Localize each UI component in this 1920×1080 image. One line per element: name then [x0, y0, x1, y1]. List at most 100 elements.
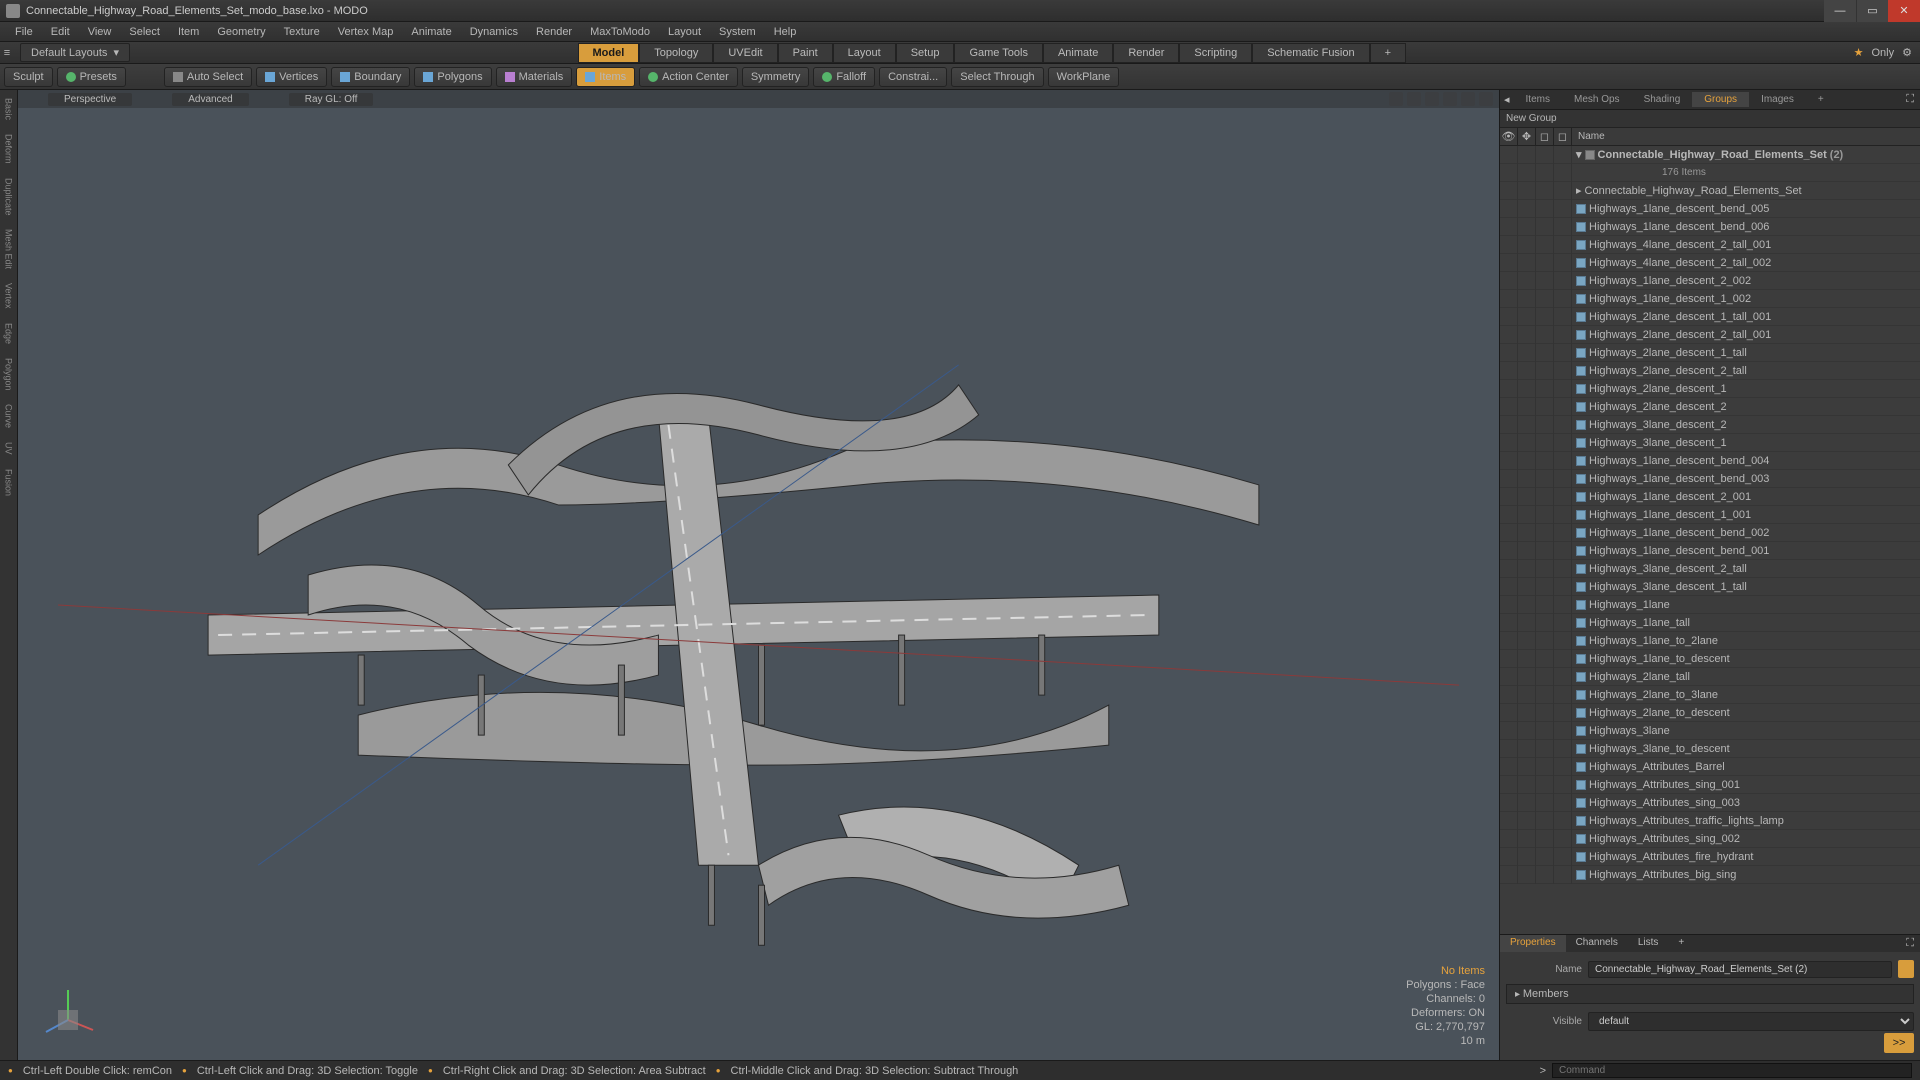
- tree-item[interactable]: Highways_4lane_descent_2_tall_001: [1500, 236, 1920, 254]
- name-color-swatch[interactable]: [1898, 960, 1914, 978]
- menu-maxtomodo[interactable]: MaxToModo: [581, 26, 659, 38]
- tree-item[interactable]: Highways_Attributes_sing_002: [1500, 830, 1920, 848]
- panel-chevron-left[interactable]: ◂: [1500, 93, 1514, 106]
- polygons-button[interactable]: Polygons: [414, 67, 491, 87]
- vtab-fusion[interactable]: Fusion: [4, 465, 14, 500]
- workplane-button[interactable]: WorkPlane: [1048, 67, 1120, 87]
- vtab-duplicate[interactable]: Duplicate: [4, 174, 14, 220]
- tab-topology[interactable]: Topology: [639, 43, 713, 63]
- tab-paint[interactable]: Paint: [778, 43, 833, 63]
- tab-groups[interactable]: Groups: [1692, 92, 1749, 107]
- autoselect-button[interactable]: Auto Select: [164, 67, 252, 87]
- items-button[interactable]: Items: [576, 67, 635, 87]
- tree-item[interactable]: Highways_1lane_descent_bend_006: [1500, 218, 1920, 236]
- tree-item[interactable]: Highways_Attributes_Barrel: [1500, 758, 1920, 776]
- tree-item[interactable]: Highways_2lane_to_descent: [1500, 704, 1920, 722]
- forward-button[interactable]: >>: [1884, 1033, 1914, 1053]
- menu-animate[interactable]: Animate: [402, 26, 460, 38]
- tree-item[interactable]: Highways_3lane_to_descent: [1500, 740, 1920, 758]
- selectthrough-button[interactable]: Select Through: [951, 67, 1043, 87]
- tree-folder[interactable]: ▸Connectable_Highway_Road_Elements_Set: [1500, 182, 1920, 200]
- tree-item[interactable]: Highways_Attributes_sing_003: [1500, 794, 1920, 812]
- tab-setup[interactable]: Setup: [896, 43, 955, 63]
- viewport-move-icon[interactable]: [1389, 92, 1403, 106]
- viewport-max-icon[interactable]: [1479, 92, 1493, 106]
- tree-item[interactable]: Highways_2lane_to_3lane: [1500, 686, 1920, 704]
- command-input[interactable]: [1552, 1063, 1912, 1078]
- tree-item[interactable]: Highways_2lane_descent_2: [1500, 398, 1920, 416]
- menu-select[interactable]: Select: [120, 26, 169, 38]
- tab-animate[interactable]: Animate: [1043, 43, 1113, 63]
- layout-menu-icon[interactable]: ≡: [0, 47, 14, 59]
- tab-model[interactable]: Model: [578, 43, 640, 63]
- window-maximize-button[interactable]: ▭: [1856, 0, 1888, 22]
- vtab-polygon[interactable]: Polygon: [4, 354, 14, 395]
- tree-item[interactable]: Highways_1lane_descent_1_002: [1500, 290, 1920, 308]
- panel-expand-icon[interactable]: ⛶: [1906, 93, 1920, 106]
- tab-images[interactable]: Images: [1749, 92, 1806, 107]
- sculpt-button[interactable]: Sculpt: [4, 67, 53, 87]
- vtab-deform[interactable]: Deform: [4, 130, 14, 168]
- menu-texture[interactable]: Texture: [275, 26, 329, 38]
- vtab-vertex[interactable]: Vertex: [4, 279, 14, 313]
- members-header[interactable]: ▸ Members: [1506, 984, 1914, 1004]
- tab-add-panel[interactable]: +: [1806, 92, 1836, 107]
- props-expand-icon[interactable]: ⛶: [1900, 935, 1920, 952]
- vtab-curve[interactable]: Curve: [4, 400, 14, 432]
- tree-item[interactable]: Highways_1lane_descent_2_001: [1500, 488, 1920, 506]
- menu-geometry[interactable]: Geometry: [208, 26, 274, 38]
- menu-item[interactable]: Item: [169, 26, 208, 38]
- tab-render[interactable]: Render: [1113, 43, 1179, 63]
- vtab-edge[interactable]: Edge: [4, 319, 14, 348]
- tree-item[interactable]: Highways_2lane_tall: [1500, 668, 1920, 686]
- layouts-dropdown[interactable]: Default Layouts▾: [20, 43, 130, 62]
- window-minimize-button[interactable]: —: [1824, 0, 1856, 22]
- tree-item[interactable]: Highways_Attributes_sing_001: [1500, 776, 1920, 794]
- ptab-channels[interactable]: Channels: [1566, 935, 1628, 952]
- menu-dynamics[interactable]: Dynamics: [461, 26, 527, 38]
- gear-icon[interactable]: ⚙: [1902, 46, 1912, 59]
- materials-button[interactable]: Materials: [496, 67, 573, 87]
- col-lock[interactable]: ◻: [1536, 128, 1554, 146]
- tree-item[interactable]: Highways_2lane_descent_2_tall: [1500, 362, 1920, 380]
- menu-vertexmap[interactable]: Vertex Map: [329, 26, 403, 38]
- visible-dropdown[interactable]: default: [1588, 1012, 1914, 1031]
- menu-system[interactable]: System: [710, 26, 765, 38]
- tree-item[interactable]: Highways_2lane_descent_1_tall: [1500, 344, 1920, 362]
- presets-button[interactable]: Presets: [57, 67, 126, 87]
- col-color[interactable]: ◻: [1554, 128, 1572, 146]
- tree-root[interactable]: ▾Connectable_Highway_Road_Elements_Set (…: [1500, 146, 1920, 164]
- tree-item[interactable]: Highways_2lane_descent_1_tall_001: [1500, 308, 1920, 326]
- viewport-fit-icon[interactable]: [1443, 92, 1457, 106]
- tab-layout[interactable]: Layout: [833, 43, 896, 63]
- tree-item[interactable]: Highways_4lane_descent_2_tall_002: [1500, 254, 1920, 272]
- tree-item[interactable]: Highways_1lane_descent_2_002: [1500, 272, 1920, 290]
- name-field[interactable]: [1588, 961, 1892, 978]
- new-group-button[interactable]: New Group: [1500, 110, 1920, 128]
- tab-shading[interactable]: Shading: [1632, 92, 1693, 107]
- expand-icon[interactable]: ▾: [1576, 148, 1582, 161]
- tree-item[interactable]: Highways_3lane_descent_1_tall: [1500, 578, 1920, 596]
- tree-item[interactable]: Highways_Attributes_traffic_lights_lamp: [1500, 812, 1920, 830]
- ptab-lists[interactable]: Lists: [1628, 935, 1669, 952]
- tree-item[interactable]: Highways_Attributes_fire_hydrant: [1500, 848, 1920, 866]
- tab-gametools[interactable]: Game Tools: [954, 43, 1043, 63]
- axis-gizmo[interactable]: [38, 980, 98, 1040]
- tree-item[interactable]: Highways_1lane_descent_bend_004: [1500, 452, 1920, 470]
- viewport-gear-icon[interactable]: [1461, 92, 1475, 106]
- only-toggle[interactable]: Only: [1872, 47, 1895, 59]
- viewport-rotate-icon[interactable]: [1407, 92, 1421, 106]
- boundary-button[interactable]: Boundary: [331, 67, 410, 87]
- window-close-button[interactable]: ✕: [1888, 0, 1920, 22]
- tree-item[interactable]: Highways_1lane_to_descent: [1500, 650, 1920, 668]
- vertices-button[interactable]: Vertices: [256, 67, 327, 87]
- symmetry-button[interactable]: Symmetry: [742, 67, 810, 87]
- menu-render[interactable]: Render: [527, 26, 581, 38]
- falloff-button[interactable]: Falloff: [813, 67, 875, 87]
- menu-file[interactable]: File: [6, 26, 42, 38]
- viewport-raygl[interactable]: Ray GL: Off: [289, 93, 374, 106]
- ptab-properties[interactable]: Properties: [1500, 935, 1566, 952]
- vtab-uv[interactable]: UV: [4, 438, 14, 459]
- menu-help[interactable]: Help: [765, 26, 806, 38]
- viewport-zoom-icon[interactable]: [1425, 92, 1439, 106]
